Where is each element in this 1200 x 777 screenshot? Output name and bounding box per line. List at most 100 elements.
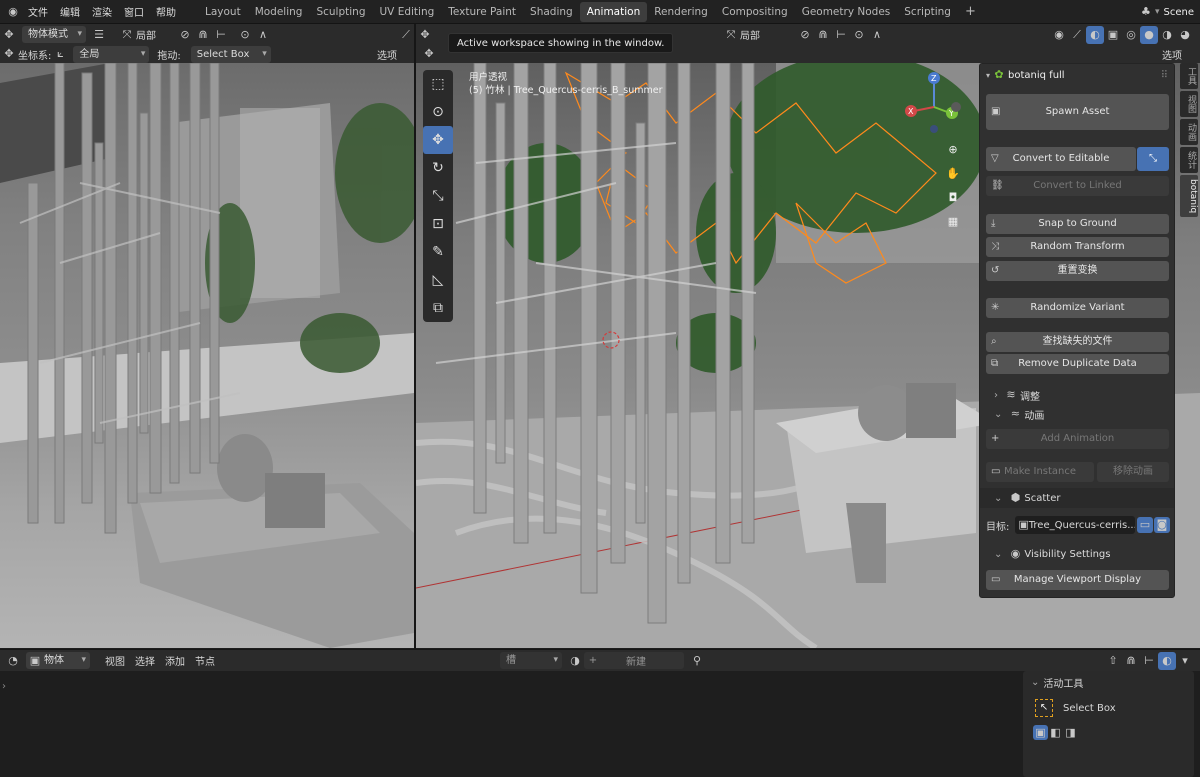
gizmo-toggle-icon[interactable]: ⟋ <box>1068 26 1086 44</box>
options-menu[interactable]: 选项 <box>377 47 397 62</box>
node-mode-dropdown[interactable]: ▣ 物体 <box>26 652 90 669</box>
xray-icon[interactable]: ▣ <box>1104 26 1122 44</box>
tab-shading[interactable]: Shading <box>523 2 580 22</box>
pivot-icon[interactable]: ⊘ <box>176 26 194 44</box>
random-transform-button[interactable]: ⤨ Random Transform <box>986 237 1169 257</box>
move-tool-icon[interactable]: ✥ <box>0 45 18 63</box>
cursor-tool-icon[interactable]: ⊙ <box>423 98 453 126</box>
convert-editable-button[interactable]: ▽ Convert to Editable <box>986 147 1136 171</box>
active-tool-row[interactable]: ↖ Select Box <box>1023 695 1194 721</box>
mode-subtract-icon[interactable]: ◨ <box>1063 725 1078 740</box>
make-instance-button[interactable]: ▭ Make Instance <box>986 462 1094 482</box>
mode-extend-icon[interactable]: ◧ <box>1048 725 1063 740</box>
scale-tool-icon[interactable]: ⤡ <box>423 182 453 210</box>
ortho-grid-icon[interactable]: ▦ <box>944 213 962 231</box>
mode-dropdown[interactable]: 物体模式 <box>22 26 86 43</box>
tab-tool[interactable]: 工具 <box>1180 63 1198 89</box>
material-sphere-icon[interactable]: ◑ <box>566 652 584 670</box>
tab-botaniq[interactable]: botaniq <box>1180 175 1198 218</box>
visibility-settings-subpanel[interactable]: ⌄ ◉ Visibility Settings <box>994 545 1111 563</box>
pan-hand-icon[interactable]: ✋ <box>944 165 962 183</box>
parent-node-icon[interactable]: ⇧ <box>1104 652 1122 670</box>
reset-transform-button[interactable]: ↺ 重置变换 <box>986 261 1169 281</box>
slot-dropdown[interactable]: 槽 <box>500 652 562 669</box>
blender-logo-icon[interactable]: ◉ <box>4 3 22 21</box>
menu-view[interactable]: 视图 <box>100 653 130 668</box>
add-cube-tool-icon[interactable]: ⧉ <box>423 294 453 322</box>
shading-wireframe-icon[interactable]: ◎ <box>1122 26 1140 44</box>
find-missing-button[interactable]: ⌕ 查找缺失的文件 <box>986 332 1169 352</box>
tab-compositing[interactable]: Compositing <box>715 2 795 22</box>
snap-icon[interactable]: ⋒ <box>194 26 212 44</box>
snap-to-ground-button[interactable]: ⤓ Snap to Ground <box>986 214 1169 234</box>
tab-scripting[interactable]: Scripting <box>897 2 958 22</box>
menu-render[interactable]: 渲染 <box>86 4 118 19</box>
editor-type-icon[interactable]: ✥ <box>416 26 434 44</box>
mode-set-icon[interactable]: ▣ <box>1033 725 1048 740</box>
drag-dropdown[interactable]: Select Box <box>190 45 271 63</box>
snap-increment-icon[interactable]: ⊢ <box>212 26 230 44</box>
shading-rendered-icon[interactable]: ◕ <box>1176 26 1194 44</box>
add-animation-button[interactable]: + Add Animation <box>986 429 1169 449</box>
tab-rendering[interactable]: Rendering <box>647 2 715 22</box>
coord-dropdown[interactable]: 全局 <box>73 45 150 63</box>
camera-toggle-icon[interactable]: ◙ <box>1154 517 1170 533</box>
randomize-variant-button[interactable]: ✳ Randomize Variant <box>986 298 1169 318</box>
convert-linked-button[interactable]: ⛓ Convert to Linked <box>986 176 1169 196</box>
rotate-tool-icon[interactable]: ↻ <box>423 154 453 182</box>
pivot-icon[interactable]: ⊘ <box>796 26 814 44</box>
monitor-toggle-icon[interactable]: ▭ <box>1137 517 1153 533</box>
left-viewport[interactable] <box>0 63 414 648</box>
gizmo-icon[interactable]: ⟋ <box>397 26 415 44</box>
animation-subpanel[interactable]: ⌄ ≈ 动画 <box>994 405 1044 423</box>
node-overlay-icon[interactable]: ◐ <box>1158 651 1176 670</box>
menu-select[interactable]: 选择 <box>130 653 160 668</box>
editor-type-icon[interactable]: ✥ <box>0 26 18 44</box>
menu-help[interactable]: 帮助 <box>150 4 182 19</box>
camera-view-icon[interactable]: ◘ <box>944 189 962 207</box>
new-material-button[interactable]: + 新建 <box>584 652 684 669</box>
scatter-header[interactable]: ⌄ ⬢ Scatter <box>980 488 1174 508</box>
zoom-icon[interactable]: ⊕ <box>944 141 962 159</box>
move-tool-icon[interactable]: ✥ <box>423 126 453 154</box>
falloff-icon[interactable]: ∧ <box>868 26 886 44</box>
chevron-down-icon[interactable]: ▾ <box>1176 652 1194 670</box>
active-tool-header[interactable]: ⌄ 活动工具 <box>1023 671 1194 693</box>
pin-icon[interactable]: ⚲ <box>688 652 706 670</box>
right-orientation-value[interactable]: 局部 <box>740 27 760 42</box>
falloff-icon[interactable]: ∧ <box>254 26 272 44</box>
transform-orientation-icon[interactable]: ⤧ <box>118 26 136 44</box>
menu-window[interactable]: 窗口 <box>118 4 150 19</box>
tab-geometry-nodes[interactable]: Geometry Nodes <box>795 2 898 22</box>
target-field[interactable]: ▣ Tree_Quercus-cerris... <box>1015 516 1135 534</box>
add-workspace-icon[interactable]: + <box>958 2 983 22</box>
remove-duplicate-button[interactable]: ⧉ Remove Duplicate Data <box>986 354 1169 374</box>
menu-node[interactable]: 节点 <box>190 653 220 668</box>
shading-solid-icon[interactable]: ● <box>1140 25 1158 44</box>
snap-icon[interactable]: ⋒ <box>814 26 832 44</box>
spawn-asset-button[interactable]: ▣ Spawn Asset <box>986 94 1169 130</box>
proportional-edit-icon[interactable]: ⊙ <box>850 26 868 44</box>
move-tool-icon[interactable]: ✥ <box>420 45 438 63</box>
manage-viewport-display-button[interactable]: ▭ Manage Viewport Display <box>986 570 1169 590</box>
shading-material-icon[interactable]: ◑ <box>1158 26 1176 44</box>
tab-view[interactable]: 视图 <box>1180 91 1198 117</box>
tab-layout[interactable]: Layout <box>198 2 248 22</box>
snap-node-icon[interactable]: ⋒ <box>1122 652 1140 670</box>
transform-orientation-icon[interactable]: ⤧ <box>722 26 740 44</box>
transform-tool-icon[interactable]: ⊡ <box>423 210 453 238</box>
tab-anim[interactable]: 动画 <box>1180 119 1198 145</box>
tab-sculpting[interactable]: Sculpting <box>309 2 372 22</box>
botaniq-panel-header[interactable]: ▾ ✿ botaniq full ⠿ <box>980 64 1174 86</box>
measure-tool-icon[interactable]: ◺ <box>423 266 453 294</box>
snap-increment-icon[interactable]: ⊢ <box>832 26 850 44</box>
adjust-subpanel[interactable]: › ≋ 调整 <box>994 386 1040 404</box>
drag-handle-icon[interactable]: ⠿ <box>1161 70 1168 81</box>
node-editor-area[interactable]: › <box>0 671 1200 777</box>
menu-add[interactable]: 添加 <box>160 653 190 668</box>
select-tool-icon[interactable]: ⬚ <box>423 70 453 98</box>
tab-modeling[interactable]: Modeling <box>248 2 310 22</box>
sidebar-toggle-icon[interactable]: › <box>2 681 6 692</box>
orientation-value[interactable]: 局部 <box>136 27 156 42</box>
menu-edit[interactable]: 编辑 <box>54 4 86 19</box>
